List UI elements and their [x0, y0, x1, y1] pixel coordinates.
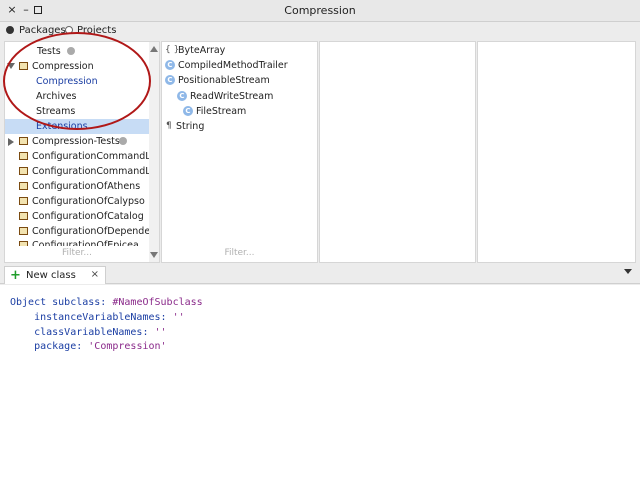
- close-tab-icon[interactable]: ×: [91, 269, 99, 280]
- package-row-compression-tests[interactable]: Compression-Tests: [5, 134, 151, 149]
- class-icon: C: [165, 75, 175, 85]
- class-icon: C: [177, 91, 187, 101]
- code-string: '': [154, 327, 167, 338]
- package-icon: [19, 227, 28, 235]
- package-label: ConfigurationOfDependencyA: [32, 226, 151, 237]
- class-row-string[interactable]: ¶ String: [162, 119, 312, 134]
- status-dot-icon: [67, 47, 75, 55]
- packages-filter-input[interactable]: Filter...: [5, 246, 149, 258]
- code-symbol: #NameOfSubclass: [112, 297, 203, 308]
- package-row[interactable]: ConfigurationCommandLineH: [5, 149, 151, 164]
- class-label: ReadWriteStream: [190, 91, 274, 102]
- package-row[interactable]: ConfigurationOfCalypso: [5, 194, 151, 209]
- package-icon: [19, 182, 28, 190]
- classes-filter-input[interactable]: Filter...: [162, 248, 317, 258]
- package-row[interactable]: ConfigurationOfAthens: [5, 179, 151, 194]
- package-icon: [19, 167, 28, 175]
- tag-row-archives[interactable]: Archives: [5, 89, 151, 104]
- pilcrow-icon: ¶: [166, 121, 172, 131]
- projects-radio[interactable]: [65, 26, 73, 34]
- code-line: classVariableNames: '': [10, 327, 167, 338]
- code-text: Object subclass:: [10, 297, 113, 308]
- tag-label: Compression: [36, 76, 98, 87]
- scroll-down-arrow-icon[interactable]: [150, 252, 158, 258]
- package-label: ConfigurationCommandLineH: [32, 166, 151, 177]
- tag-label: Extensions: [36, 121, 88, 132]
- package-icon: [19, 197, 28, 205]
- tag-row-extensions[interactable]: Extensions: [5, 119, 151, 134]
- package-label: ConfigurationCommandLineH: [32, 151, 151, 162]
- tag-row-streams[interactable]: Streams: [5, 104, 151, 119]
- package-icon: [19, 152, 28, 160]
- package-label: Compression: [32, 61, 94, 72]
- package-label: ConfigurationOfCalypso: [32, 196, 145, 207]
- tab-menu-chevron-icon[interactable]: [624, 269, 632, 274]
- class-row-positionablestream[interactable]: C PositionableStream: [162, 73, 312, 88]
- packages-radio[interactable]: [6, 26, 14, 34]
- code-line: instanceVariableNames: '': [10, 312, 185, 323]
- code-line: Object subclass: #NameOfSubclass: [10, 297, 203, 308]
- package-icon: [19, 212, 28, 220]
- class-row-readwritestream[interactable]: C ReadWriteStream: [162, 89, 312, 104]
- package-label: ConfigurationOfAthens: [32, 181, 141, 192]
- editor-tab-bar: + New class ×: [0, 264, 640, 284]
- class-label: ByteArray: [178, 45, 226, 56]
- package-label: ConfigurationOfCatalog: [32, 211, 144, 222]
- collapse-arrow-icon[interactable]: [8, 138, 14, 146]
- plus-icon: +: [10, 268, 21, 283]
- code-editor[interactable]: Object subclass: #NameOfSubclass instanc…: [0, 285, 640, 486]
- package-row-tests[interactable]: Tests: [5, 44, 151, 59]
- code-text: package:: [10, 341, 89, 352]
- tag-row-compression[interactable]: Compression: [5, 74, 151, 89]
- package-row[interactable]: ConfigurationOfCatalog: [5, 209, 151, 224]
- classes-pane[interactable]: { } ByteArray C CompiledMethodTrailer C …: [161, 41, 318, 263]
- class-label: CompiledMethodTrailer: [178, 60, 288, 71]
- scope-radio-bar: Packages Projects: [0, 22, 640, 40]
- package-icon: [19, 137, 28, 145]
- status-dot-icon: [119, 137, 127, 145]
- package-label: Tests: [37, 46, 61, 57]
- code-string: '': [172, 312, 185, 323]
- projects-radio-label[interactable]: Projects: [77, 25, 116, 36]
- class-label: String: [176, 121, 205, 132]
- code-text: classVariableNames:: [10, 327, 155, 338]
- class-icon: C: [183, 106, 193, 116]
- package-icon: [19, 62, 28, 70]
- package-row[interactable]: ConfigurationCommandLineH: [5, 164, 151, 179]
- window-title: Compression: [284, 4, 356, 17]
- protocols-pane[interactable]: [319, 41, 476, 263]
- tag-label: Archives: [36, 91, 77, 102]
- packages-pane[interactable]: Tests Compression Compression Archives S…: [4, 41, 160, 263]
- class-row-compiledmethodtrailer[interactable]: C CompiledMethodTrailer: [162, 58, 312, 73]
- class-icon: C: [165, 60, 175, 70]
- package-row[interactable]: ConfigurationOfDependencyA: [5, 224, 151, 239]
- packages-radio-label[interactable]: Packages: [19, 25, 66, 36]
- methods-pane[interactable]: [477, 41, 636, 263]
- title-bar: × – Compression: [0, 0, 640, 22]
- code-line: package: 'Compression': [10, 341, 167, 352]
- tab-label: New class: [26, 270, 76, 281]
- class-label: PositionableStream: [178, 75, 270, 86]
- package-label: Compression-Tests: [32, 136, 120, 147]
- class-row-filestream[interactable]: C FileStream: [162, 104, 312, 119]
- package-row-compression[interactable]: Compression: [5, 59, 151, 74]
- expand-arrow-icon[interactable]: [7, 63, 15, 69]
- packages-scrollbar[interactable]: [149, 42, 159, 262]
- tag-label: Streams: [36, 106, 76, 117]
- code-string: 'Compression': [88, 341, 167, 352]
- class-row-bytearray[interactable]: { } ByteArray: [162, 43, 312, 58]
- code-text: instanceVariableNames:: [10, 312, 173, 323]
- tab-new-class[interactable]: + New class ×: [4, 266, 106, 284]
- class-label: FileStream: [196, 106, 247, 117]
- scroll-up-arrow-icon[interactable]: [150, 46, 158, 52]
